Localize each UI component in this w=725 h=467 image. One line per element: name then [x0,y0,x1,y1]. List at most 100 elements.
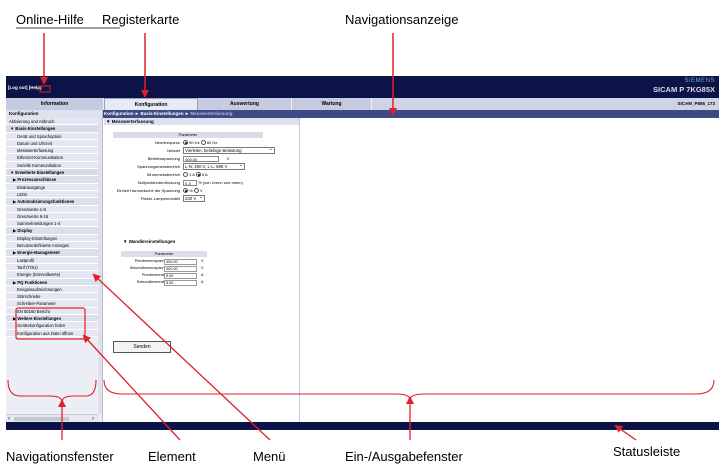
section-header-messwerterfassung[interactable]: ▼ Messwerterfassung [104,118,299,125]
nav-item[interactable]: Serielle Kommunikation [6,161,102,170]
tab-auswertung[interactable]: Auswertung [198,98,292,110]
nav-item[interactable]: Sammelmeldungen 1-4 [6,220,102,228]
radio-label: 1 A [189,172,195,177]
breadcrumb-item[interactable]: Basis-Einstellungen [140,111,183,116]
tab-annotation: Registerkarte [102,12,180,27]
nav-item[interactable]: ▶ Energie-Management [6,249,102,257]
radio-5a[interactable] [195,172,201,178]
nav-item[interactable]: ▶ Automatisierungsfunktionen [6,198,102,206]
unit: V [226,156,230,161]
row-nullpunkt: Nullpunktunterdrückung 0.3 % (von Urenn … [113,179,263,187]
scroll-thumb[interactable] [14,417,69,421]
radio-60hz[interactable] [200,140,206,146]
nav-item[interactable]: Tarif (TOU) [6,263,102,272]
unit: % (von Urenn und Inenn) [198,180,243,185]
spannungsmessbereich-select[interactable]: L-N: 400 V, L-L: 690 V [183,162,245,171]
nav-item[interactable]: LEDs [6,190,102,199]
radio-50hz[interactable] [183,140,188,146]
nullpunkt-input[interactable]: 0.3 [183,179,197,186]
tab-information[interactable]: Information [6,98,104,110]
param-header-2: Parameter [121,251,207,257]
nav-item[interactable]: Aktivierung und Abbruch [6,118,102,126]
input-value: 0.3 [185,180,191,186]
row-flicker: Flicker-Lampenmodell 230 V [113,194,263,203]
nav-item[interactable]: ▶ Weitere Einstellungen [6,315,102,323]
nav-item[interactable]: EN 50160 Bericht [6,307,102,316]
section-header-wandler[interactable]: ▼ Wandlereinstellungen [121,238,191,245]
nav-horizontal-scrollbar[interactable]: ‹ › [6,414,98,422]
nav-item[interactable]: Datum und Uhrzeit [6,139,102,148]
nav-window-annotation: Navigationsfenster [6,449,114,464]
tab-bar: Information Konfiguration Auswertung War… [6,98,719,110]
radio-label: V [199,188,203,193]
radio-label: % [189,188,193,193]
nav-item[interactable]: Display-Einstellungen [6,234,102,243]
row-primaernennstrom: Primärnennstrom 5.00 A [121,272,211,279]
radio-label: 5 A [201,172,208,177]
nav-scrollbar[interactable] [98,118,102,414]
radio-percent[interactable] [183,188,188,194]
tab-konfiguration[interactable]: Konfiguration [104,98,198,110]
row-strommessbereich: Strommessbereich 1 A 5 A [113,171,263,179]
nav-item[interactable]: Binärausgänge [6,183,102,191]
label: Spannungsmessbereich [137,164,180,169]
nav-title: Konfiguration [6,110,102,118]
nav-item[interactable]: ▼ Basis-Einstellungen [6,125,102,133]
nav-item[interactable]: Ereignisaufzeichnungen [6,285,102,294]
breadcrumb-current: Messwerterfassung [190,111,233,116]
nav-item[interactable]: Ethernet-Kommunikation [6,154,102,162]
help-links[interactable]: [Log out] [Help] [8,85,42,90]
scroll-right-icon[interactable]: › [92,415,94,422]
select-value: Vierleiter, beliebige Belastung [185,148,242,154]
breadcrumb-item[interactable]: Konfiguration [104,111,134,116]
netzart-select[interactable]: Vierleiter, beliebige Belastung [183,146,275,155]
nav-item[interactable]: Lastprofil [6,256,102,264]
brand: SIEMENS SICAM P 7KG85X [653,78,715,94]
row-nennfrequenz: Nennfrequenz 50 Hz 60 Hz [113,139,263,147]
nav-item[interactable]: Energie (Intervallwerte) [6,271,102,279]
row-harmonische: Einheit Harmonische der Spannung % V [113,187,263,195]
nav-list: Aktivierung und Abbruch ▼ Basis-Einstellu… [6,118,102,337]
app-window: [Log out] [Help] SIEMENS SICAM P 7KG85X … [6,76,719,430]
radio-volt[interactable] [193,188,199,194]
nav-item[interactable]: Gerät und Sprachoption [6,132,102,140]
io-window-annotation: Ein-/Ausgabefenster [345,449,463,464]
row-sekundaernennspannung: Sekundärnennspannung 400.00 V [121,265,211,272]
tab-wartung[interactable]: Wartung [292,98,372,110]
nav-item[interactable]: Messwerterfassung [6,147,102,155]
element-annotation: Element [148,449,196,464]
nav-item[interactable]: Gerätekonfiguration holen [6,322,102,330]
row-spannungsmessbereich: Spannungsmessbereich L-N: 400 V, L-L: 69… [113,162,263,171]
panel-divider [299,118,300,422]
nav-item[interactable]: Konfiguration aus Datei öffnen [6,329,102,337]
nav-item[interactable]: ▶ Display [6,227,102,235]
sekundaernennspannung-input[interactable]: 400.00 [164,265,197,272]
nav-item[interactable]: Schreiber-Parameter [6,300,102,308]
nav-item[interactable]: ▼ Erweiterte Einstellungen [6,169,102,177]
nav-item[interactable]: ▶ Prozessanschlüsse [6,176,102,184]
input-value: 400.00 [185,156,198,162]
scroll-left-icon[interactable]: ‹ [8,415,10,422]
label: Nullpunktunterdrückung [137,180,180,185]
label: Flicker-Lampenmodell [140,196,180,201]
primaernennstrom-input[interactable]: 5.00 [164,272,197,279]
unit: A [201,273,204,277]
flicker-select[interactable]: 230 V [183,194,205,203]
betriebsspannung-input[interactable]: 400.00 [183,155,219,162]
nav-item[interactable]: Benutzerdefinierte Anzeigen [6,242,102,250]
nav-item[interactable]: Grenzwerte 9-16 [6,212,102,221]
send-button[interactable]: Senden [113,341,171,353]
select-value: 230 V [185,196,197,202]
label: Nennfrequenz [154,140,180,145]
nav-item[interactable]: Störschriebe [6,293,102,301]
nav-item[interactable]: ▶ PQ Funktionen [6,278,102,286]
status-bar [6,422,719,430]
row-primaernennspannung: Primärnennspannung 400.00 V [121,258,211,265]
primaernennspannung-input[interactable]: 400.00 [164,258,197,265]
unit: V [201,266,204,270]
nav-item[interactable]: Grenzwerte 1-8 [6,205,102,213]
row-netzart: Netzart Vierleiter, beliebige Belastung [113,146,275,155]
top-bar: [Log out] [Help] SIEMENS SICAM P 7KG85X [6,76,719,98]
radio-1a[interactable] [183,172,188,178]
sekundaernennstrom-input[interactable]: 5.00 [164,279,197,286]
